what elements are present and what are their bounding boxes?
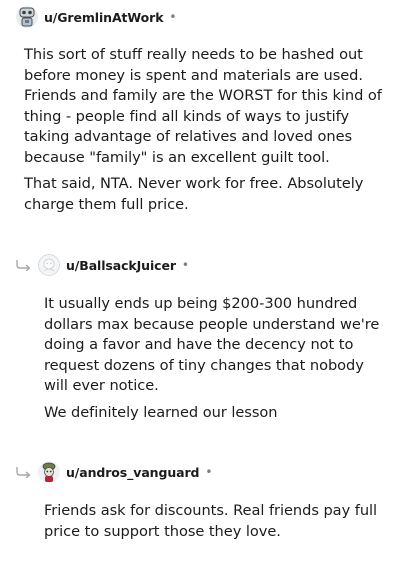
meta-separator: • xyxy=(205,465,213,479)
robot-avatar-icon[interactable] xyxy=(38,461,60,483)
username-link[interactable]: u/BallsackJuicer xyxy=(66,258,176,273)
meta-separator: • xyxy=(181,258,189,272)
reply-arrow-icon xyxy=(16,466,32,478)
comment-paragraph: Friends ask for discounts. Real friends … xyxy=(44,502,378,540)
comment-body: Friends ask for discounts. Real friends … xyxy=(44,501,384,548)
comment-header: u/GremlinAtWork • xyxy=(16,5,177,29)
robot-avatar-icon[interactable] xyxy=(16,6,38,28)
comment-body: This sort of stuff really needs to be ha… xyxy=(24,45,386,221)
comment-paragraph: It usually ends up being $200-300 hundre… xyxy=(44,295,380,394)
username-link[interactable]: u/andros_vanguard xyxy=(66,465,199,480)
comment-body: It usually ends up being $200-300 hundre… xyxy=(44,294,384,429)
comment-header: u/BallsackJuicer • xyxy=(38,253,189,277)
comment-paragraph: We definitely learned our lesson xyxy=(44,403,278,421)
comment-header: u/andros_vanguard • xyxy=(38,460,212,484)
meta-separator: • xyxy=(169,10,177,24)
comment-paragraph: This sort of stuff really needs to be ha… xyxy=(24,46,382,166)
reply-arrow-icon xyxy=(16,259,32,271)
username-link[interactable]: u/GremlinAtWork xyxy=(44,10,164,25)
comment-paragraph: That said, NTA. Never work for free. Abs… xyxy=(24,175,364,213)
default-avatar-icon[interactable] xyxy=(38,254,60,276)
